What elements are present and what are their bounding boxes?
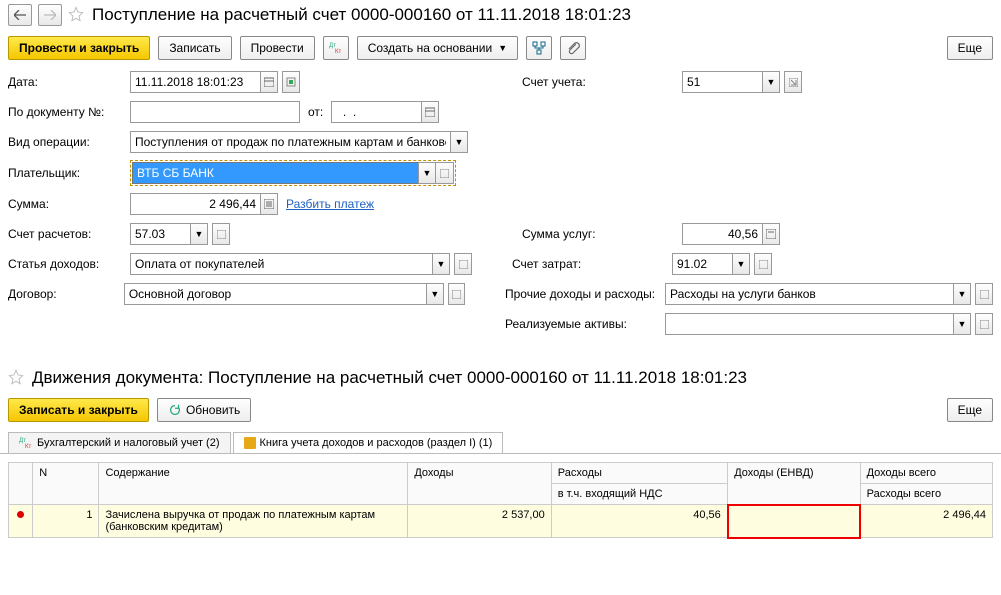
optype-label: Вид операции: xyxy=(8,135,130,149)
refresh-label: Обновить xyxy=(186,403,240,417)
other-dropdown-icon[interactable]: ▼ xyxy=(953,283,971,305)
cell-expenses: 40,56 xyxy=(551,505,728,538)
account-input[interactable] xyxy=(682,71,762,93)
expense-account-input[interactable] xyxy=(672,253,732,275)
dtkt-icon: ДтКт xyxy=(19,437,33,449)
income-item-input[interactable] xyxy=(130,253,432,275)
income-ext-button[interactable] xyxy=(454,253,472,275)
payer-highlight-box: ▼ xyxy=(130,160,456,186)
col-content: Содержание xyxy=(99,463,408,505)
col-expenses: Расходы xyxy=(551,463,728,484)
sum-calc-icon[interactable] xyxy=(260,193,278,215)
optype-dropdown-icon[interactable]: ▼ xyxy=(450,131,468,153)
service-sum-label: Сумма услуг: xyxy=(522,227,682,241)
dtkt-button[interactable]: ДтКт xyxy=(323,36,349,60)
account-label: Счет учета: xyxy=(522,75,682,89)
contract-ext-button[interactable] xyxy=(448,283,465,305)
save-button[interactable]: Записать xyxy=(158,36,231,60)
create-based-button[interactable]: Создать на основании ▼ xyxy=(357,36,518,60)
account-dropdown-icon[interactable]: ▼ xyxy=(762,71,780,93)
row-marker-icon xyxy=(17,511,24,518)
expense-ext-button[interactable] xyxy=(754,253,772,275)
more-button[interactable]: Еще xyxy=(947,36,993,60)
docnum-label: По документу №: xyxy=(8,105,130,119)
cell-income: 2 537,00 xyxy=(408,505,551,538)
assets-ext-button[interactable] xyxy=(975,313,993,335)
optype-input[interactable] xyxy=(130,131,450,153)
book-icon xyxy=(244,437,256,449)
post-button[interactable]: Провести xyxy=(240,36,315,60)
movements-star-icon[interactable] xyxy=(8,369,24,388)
back-button[interactable] xyxy=(8,4,32,26)
movements-title: Движения документа: Поступление на расче… xyxy=(32,368,747,388)
from-label: от: xyxy=(308,105,323,119)
calendar-icon[interactable] xyxy=(260,71,278,93)
other-income-input[interactable] xyxy=(665,283,953,305)
service-sum-input[interactable] xyxy=(682,223,762,245)
col-expenses-total: Расходы всего xyxy=(860,484,992,505)
col-income-total: Доходы всего xyxy=(860,463,992,484)
favorite-star-icon[interactable] xyxy=(68,6,84,25)
create-based-label: Создать на основании xyxy=(368,41,493,55)
structure-button[interactable] xyxy=(526,36,552,60)
split-payment-link[interactable]: Разбить платеж xyxy=(286,197,374,211)
attachment-button[interactable] xyxy=(560,36,586,60)
assets-dropdown-icon[interactable]: ▼ xyxy=(953,313,971,335)
col-n: N xyxy=(33,463,99,505)
cell-content: Зачислена выручка от продаж по платежным… xyxy=(99,505,408,538)
from-calendar-icon[interactable] xyxy=(421,101,439,123)
payer-input[interactable] xyxy=(132,162,418,184)
tab-income-book[interactable]: Книга учета доходов и расходов (раздел I… xyxy=(233,432,504,453)
svg-text:Кт: Кт xyxy=(335,49,341,55)
col-income: Доходы xyxy=(408,463,551,505)
tab-accounting-label: Бухгалтерский и налоговый учет (2) xyxy=(37,437,220,449)
forward-button[interactable] xyxy=(38,4,62,26)
settle-account-input[interactable] xyxy=(130,223,190,245)
cell-n: 1 xyxy=(33,505,99,538)
movements-save-close-button[interactable]: Записать и закрыть xyxy=(8,398,149,422)
account-ext-button[interactable] xyxy=(784,71,802,93)
settle-account-label: Счет расчетов: xyxy=(8,227,130,241)
payer-label: Плательщик: xyxy=(8,166,130,180)
table-row[interactable]: 1 Зачислена выручка от продаж по платежн… xyxy=(9,505,993,538)
other-income-label: Прочие доходы и расходы: xyxy=(505,287,665,301)
tab-income-book-label: Книга учета доходов и расходов (раздел I… xyxy=(260,437,493,449)
date-input[interactable] xyxy=(130,71,260,93)
assets-label: Реализуемые активы: xyxy=(505,317,665,331)
col-vat-incl: в т.ч. входящий НДС xyxy=(551,484,728,505)
date-label: Дата: xyxy=(8,75,130,89)
payer-dropdown-icon[interactable]: ▼ xyxy=(418,162,436,184)
settle-ext-button[interactable] xyxy=(212,223,230,245)
movements-table: N Содержание Доходы Расходы Доходы (ЕНВД… xyxy=(8,462,993,539)
cell-income-total: 2 496,44 xyxy=(860,505,992,538)
col-income-envd: Доходы (ЕНВД) xyxy=(728,463,860,505)
sum-label: Сумма: xyxy=(8,197,130,211)
from-date-input[interactable] xyxy=(331,101,421,123)
post-and-close-button[interactable]: Провести и закрыть xyxy=(8,36,150,60)
contract-dropdown-icon[interactable]: ▼ xyxy=(426,283,444,305)
income-dropdown-icon[interactable]: ▼ xyxy=(432,253,450,275)
col-marker xyxy=(9,463,33,505)
cell-income-envd xyxy=(728,505,860,538)
chevron-down-icon: ▼ xyxy=(498,43,507,53)
contract-label: Договор: xyxy=(8,287,124,301)
payer-ext-icon[interactable] xyxy=(436,162,454,184)
service-calc-icon[interactable] xyxy=(762,223,780,245)
docnum-input[interactable] xyxy=(130,101,300,123)
svg-text:Кт: Кт xyxy=(25,444,31,449)
movements-more-button[interactable]: Еще xyxy=(947,398,993,422)
assets-input[interactable] xyxy=(665,313,953,335)
income-item-label: Статья доходов: xyxy=(8,257,130,271)
page-title: Поступление на расчетный счет 0000-00016… xyxy=(92,5,631,25)
date-ext-button[interactable] xyxy=(282,71,300,93)
tab-accounting[interactable]: ДтКт Бухгалтерский и налоговый учет (2) xyxy=(8,432,231,453)
refresh-button[interactable]: Обновить xyxy=(157,398,251,422)
expense-dropdown-icon[interactable]: ▼ xyxy=(732,253,750,275)
settle-dropdown-icon[interactable]: ▼ xyxy=(190,223,208,245)
contract-input[interactable] xyxy=(124,283,426,305)
sum-input[interactable] xyxy=(130,193,260,215)
other-ext-button[interactable] xyxy=(975,283,993,305)
expense-account-label: Счет затрат: xyxy=(512,257,672,271)
